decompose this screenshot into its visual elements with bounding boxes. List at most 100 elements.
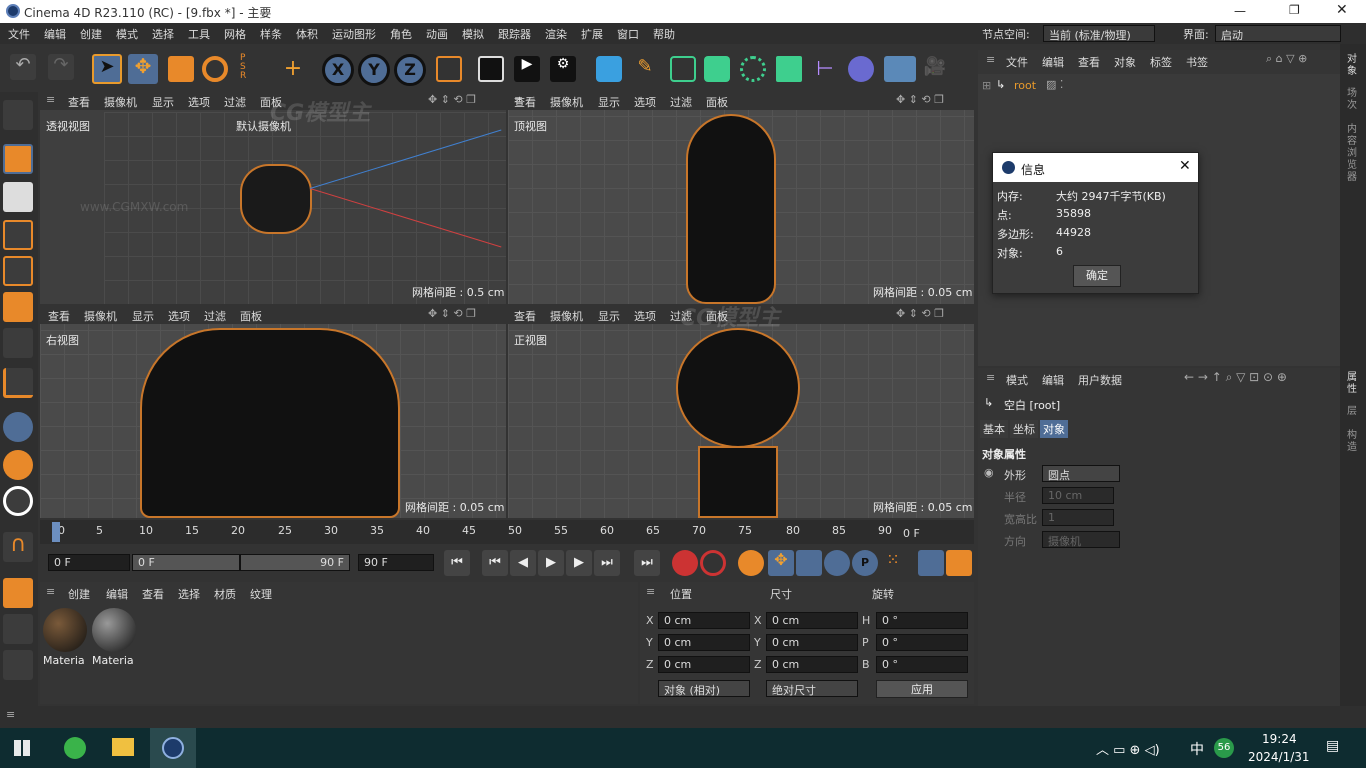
viewport-front[interactable]: 查看 摄像机 显示 选项 过滤 面板 ✥ ⇕ ⟲ ❐ 正视图 网格间距 : 0.… [508,306,974,518]
autokey-icon[interactable] [700,550,726,576]
menu-spline[interactable]: 样条 [260,26,282,42]
close-button[interactable]: ✕ [1336,2,1348,18]
range-start-field[interactable]: 0 F [132,554,240,571]
axis-y-icon[interactable]: Y [358,54,390,86]
render-view-icon[interactable] [478,56,504,82]
axis-z-icon[interactable]: Z [394,54,426,86]
subdivision-icon[interactable] [670,56,696,82]
menu-help[interactable]: 帮助 [653,26,675,42]
attr-nav-icon[interactable]: ← → ↑ ⌕ ▽ ⊡ ⊙ ⊕ [1184,370,1287,385]
sound-icon[interactable] [918,550,944,576]
status-menu-icon[interactable]: ≡ [6,708,15,721]
ime-indicator[interactable]: 中 [1190,739,1204,759]
notification-badge[interactable]: 56 [1214,738,1234,758]
menu-animate[interactable]: 动画 [426,26,448,42]
vp-nav-icon[interactable]: ✥ ⇕ ⟲ ❐ [428,93,476,106]
coord-mode-dropdown[interactable]: 对象 (相对) [658,680,750,697]
radio-icon[interactable]: ◉ [984,466,994,479]
obj-menu-icon[interactable]: ≡ [986,53,995,66]
menu-extensions[interactable]: 扩展 [581,26,603,42]
obj-menu-file[interactable]: 文件 [1006,54,1028,70]
key-scale-icon[interactable] [796,550,822,576]
apply-button[interactable]: 应用 [876,680,968,698]
extrude-icon[interactable] [704,56,730,82]
axis-mode-icon[interactable] [3,368,33,398]
attr-menu-icon[interactable]: ≡ [986,371,995,384]
obj-menu-bookmarks[interactable]: 书签 [1186,54,1208,70]
menu-simulate[interactable]: 模拟 [462,26,484,42]
position-x-field[interactable]: 0 cm [658,612,750,629]
menu-character[interactable]: 角色 [390,26,412,42]
psr-icon[interactable]: PSR [240,54,266,81]
vp-menu-display[interactable]: 显示 [598,94,620,110]
vp-menu-cameras[interactable]: 摄像机 [104,94,137,110]
menu-mesh[interactable]: 网格 [224,26,246,42]
mat-menu-icon[interactable]: ≡ [46,585,55,598]
points-mode-icon[interactable] [3,220,33,250]
cube-icon[interactable] [596,56,622,82]
key-position-icon[interactable]: ✥ [768,550,794,576]
vp-menu-options[interactable]: 选项 [634,94,656,110]
end-frame-field[interactable]: 90 F [358,554,434,571]
vp-menu-panel[interactable]: 面板 [706,94,728,110]
prev-key-icon[interactable]: ⏮ [482,550,508,576]
tab-basic[interactable]: 基本 [980,420,1008,438]
mograph-icon[interactable] [776,56,802,82]
mat-menu-select[interactable]: 选择 [178,586,200,602]
display-dropdown[interactable]: 圆点 [1042,465,1120,482]
snap-enable-icon[interactable] [3,450,33,480]
coord-menu-icon[interactable]: ≡ [646,585,655,598]
windows-start-icon[interactable] [14,740,30,756]
keyframe-selection-icon[interactable] [738,550,764,576]
vp-menu-options[interactable]: 选项 [634,308,656,324]
restore-button[interactable]: ❐ [1289,3,1300,17]
tab-content-browser[interactable]: 内容浏览器 [1347,124,1359,184]
model-mode-icon[interactable] [3,144,33,174]
vp-menu-cameras[interactable]: 摄像机 [550,308,583,324]
menu-file[interactable]: 文件 [8,26,30,42]
coordinate-system-icon[interactable] [436,56,462,82]
menu-edit[interactable]: 编辑 [44,26,66,42]
tray-icons[interactable]: ︿ ▭ ⊕ ◁) [1096,739,1160,758]
size-y-field[interactable]: 0 cm [766,634,858,651]
vp-menu-view[interactable]: 查看 [514,308,536,324]
viewport-top[interactable]: ≡ 查看 摄像机 显示 选项 过滤 面板 ✥ ⇕ ⟲ ❐ 顶视图 网格间距 : … [508,92,974,304]
tab-takes[interactable]: 场次 [1347,88,1359,112]
snap-icon[interactable] [3,412,33,442]
root-object-label[interactable]: root [1014,79,1036,92]
edges-mode-icon[interactable] [3,256,33,286]
tab-attributes[interactable]: 属性 [1347,372,1359,396]
goto-end-icon[interactable]: ⏭ [634,550,660,576]
tab-objects[interactable]: 对象 [1347,54,1359,78]
floor-icon[interactable] [884,56,916,82]
magnet-icon[interactable]: ∩ [3,532,33,562]
polygons-mode-icon[interactable] [3,292,33,322]
undo-icon[interactable]: ↶ [10,54,36,80]
vp-nav-icon[interactable]: ✥ ⇕ ⟲ ❐ [428,307,476,320]
search-icon[interactable]: ⌕ ⌂ ▽ ⊕ [1266,52,1307,66]
close-icon[interactable]: ✕ [1179,158,1191,174]
last-tool-icon[interactable]: + [280,56,306,82]
mat-menu-view[interactable]: 查看 [142,586,164,602]
viewport-right[interactable]: 查看 摄像机 显示 选项 过滤 面板 ✥ ⇕ ⟲ ❐ 右视图 网格间距 : 0.… [40,306,506,518]
menu-create[interactable]: 创建 [80,26,102,42]
planar-workplane-icon[interactable] [3,650,33,680]
camera-icon[interactable]: 🎥 [922,56,948,82]
redo-icon[interactable]: ↷ [48,54,74,80]
play-icon[interactable]: ▶ [538,550,564,576]
workplane-icon[interactable] [3,578,33,608]
size-z-field[interactable]: 0 cm [766,656,858,673]
vp-nav-icon[interactable]: ✥ ⇕ ⟲ ❐ [896,307,944,320]
mat-menu-create[interactable]: 创建 [68,586,90,602]
select-cursor-icon[interactable]: ➤ [92,54,122,84]
expand-icon[interactable]: ⊞ [982,79,991,92]
ok-button[interactable]: 确定 [1073,265,1121,287]
vp-menu-panel[interactable]: 面板 [240,308,262,324]
lock-workplane-icon[interactable] [3,614,33,644]
vp-menu-cameras[interactable]: 摄像机 [550,94,583,110]
vp-menu-filter[interactable]: 过滤 [204,308,226,324]
vp-nav-icon[interactable]: ✥ ⇕ ⟲ ❐ [896,93,944,106]
mat-menu-texture[interactable]: 纹理 [250,586,272,602]
uv-mode-icon[interactable] [3,328,33,358]
position-z-field[interactable]: 0 cm [658,656,750,673]
